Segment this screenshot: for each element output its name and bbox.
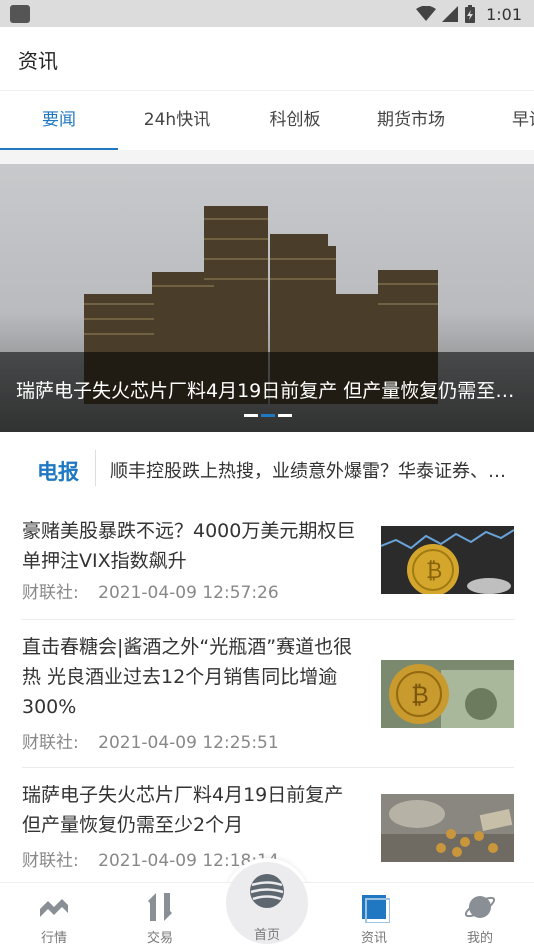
svg-text:₿: ₿ xyxy=(411,681,429,709)
tab-morning-read[interactable]: 早读 xyxy=(470,91,534,151)
news-title[interactable]: 豪赌美股暴跌不远？4000万美元期权巨单押注VIX指数飙升 xyxy=(22,516,364,576)
tab-star-market[interactable]: 科创板 xyxy=(236,91,354,151)
signal-icon xyxy=(442,6,459,22)
tab-24h-flash[interactable]: 24h快讯 xyxy=(118,91,236,151)
bitcoin-chart-icon: ₿ xyxy=(381,526,514,594)
news-meta: 财联社: 2021-04-09 12:57:26 xyxy=(22,578,279,603)
nav-label: 资讯 xyxy=(360,931,387,946)
news-meta: 财联社: 2021-04-09 12:25:51 xyxy=(22,728,279,753)
nav-trade[interactable]: 交易 xyxy=(120,883,200,950)
telegraph-divider xyxy=(95,450,96,486)
news-source: 财联社: xyxy=(22,733,79,753)
news-item[interactable]: 豪赌美股暴跌不远？4000万美元期权巨单押注VIX指数飙升 财联社: 2021-… xyxy=(22,504,514,620)
banner-carousel[interactable]: 瑞萨电子失火芯片厂料4月19日前复产 但产量恢复仍需至少2个月 xyxy=(0,164,534,432)
nav-label: 交易 xyxy=(146,931,173,946)
battery-icon xyxy=(465,5,476,23)
telegraph-headline[interactable]: 顺丰控股跌上热搜，业绩意外爆雷？华泰证券、国金证券等研报 xyxy=(110,457,510,483)
page-title: 资讯 xyxy=(18,49,58,73)
market-icon xyxy=(40,899,68,917)
telegraph-ticker[interactable]: 电报 顺丰控股跌上热搜，业绩意外爆雷？华泰证券、国金证券等研报 xyxy=(0,432,534,504)
news-source: 财联社: xyxy=(22,583,79,603)
coins-jar-icon xyxy=(381,794,514,862)
home-globe-icon xyxy=(250,874,284,908)
svg-text:₿: ₿ xyxy=(426,559,442,584)
banner-title[interactable]: 瑞萨电子失火芯片厂料4月19日前复产 但产量恢复仍需至少2个月 xyxy=(16,376,521,403)
app-notification-icon xyxy=(10,5,30,23)
nav-profile[interactable]: 我的 xyxy=(440,883,520,950)
nav-market[interactable]: 行情 xyxy=(14,883,94,950)
bitcoin-dollar-icon: ₿ xyxy=(381,660,514,728)
nav-label: 我的 xyxy=(466,931,493,946)
category-tabs: 要闻 24h快讯 科创板 期货市场 早读 xyxy=(0,91,534,151)
news-title[interactable]: 瑞萨电子失火芯片厂料4月19日前复产 但产量恢复仍需至少2个月 xyxy=(22,780,364,840)
carousel-dot-active[interactable] xyxy=(261,414,275,417)
app-header: 资讯 xyxy=(0,27,534,91)
clock: 1:01 xyxy=(486,4,522,24)
carousel-dot[interactable] xyxy=(278,414,292,417)
news-source: 财联社: xyxy=(22,851,79,871)
status-icons: 1:01 xyxy=(416,3,522,25)
section-divider xyxy=(0,150,534,164)
trade-icon xyxy=(148,893,172,921)
wifi-icon xyxy=(416,6,437,21)
carousel-indicator xyxy=(244,414,292,417)
tab-headlines[interactable]: 要闻 xyxy=(0,91,118,151)
nav-label: 行情 xyxy=(40,931,67,946)
news-time: 2021-04-09 12:25:51 xyxy=(98,733,279,753)
telegraph-label: 电报 xyxy=(37,460,79,484)
news-title[interactable]: 直击春糖会|酱酒之外“光瓶酒”赛道也很热 光良酒业过去12个月销售同比增逾300… xyxy=(22,632,364,722)
planet-icon xyxy=(464,896,496,918)
nav-news[interactable]: 资讯 xyxy=(334,883,414,950)
nav-home[interactable]: 首页 xyxy=(226,862,308,944)
tab-futures[interactable]: 期货市场 xyxy=(352,91,470,151)
status-bar: 1:01 xyxy=(0,0,534,27)
nav-label: 首页 xyxy=(253,928,280,943)
news-item[interactable]: 直击春糖会|酱酒之外“光瓶酒”赛道也很热 光良酒业过去12个月销售同比增逾300… xyxy=(22,620,514,768)
news-icon xyxy=(362,895,390,923)
carousel-dot[interactable] xyxy=(244,414,258,417)
news-time: 2021-04-09 12:57:26 xyxy=(98,583,279,603)
